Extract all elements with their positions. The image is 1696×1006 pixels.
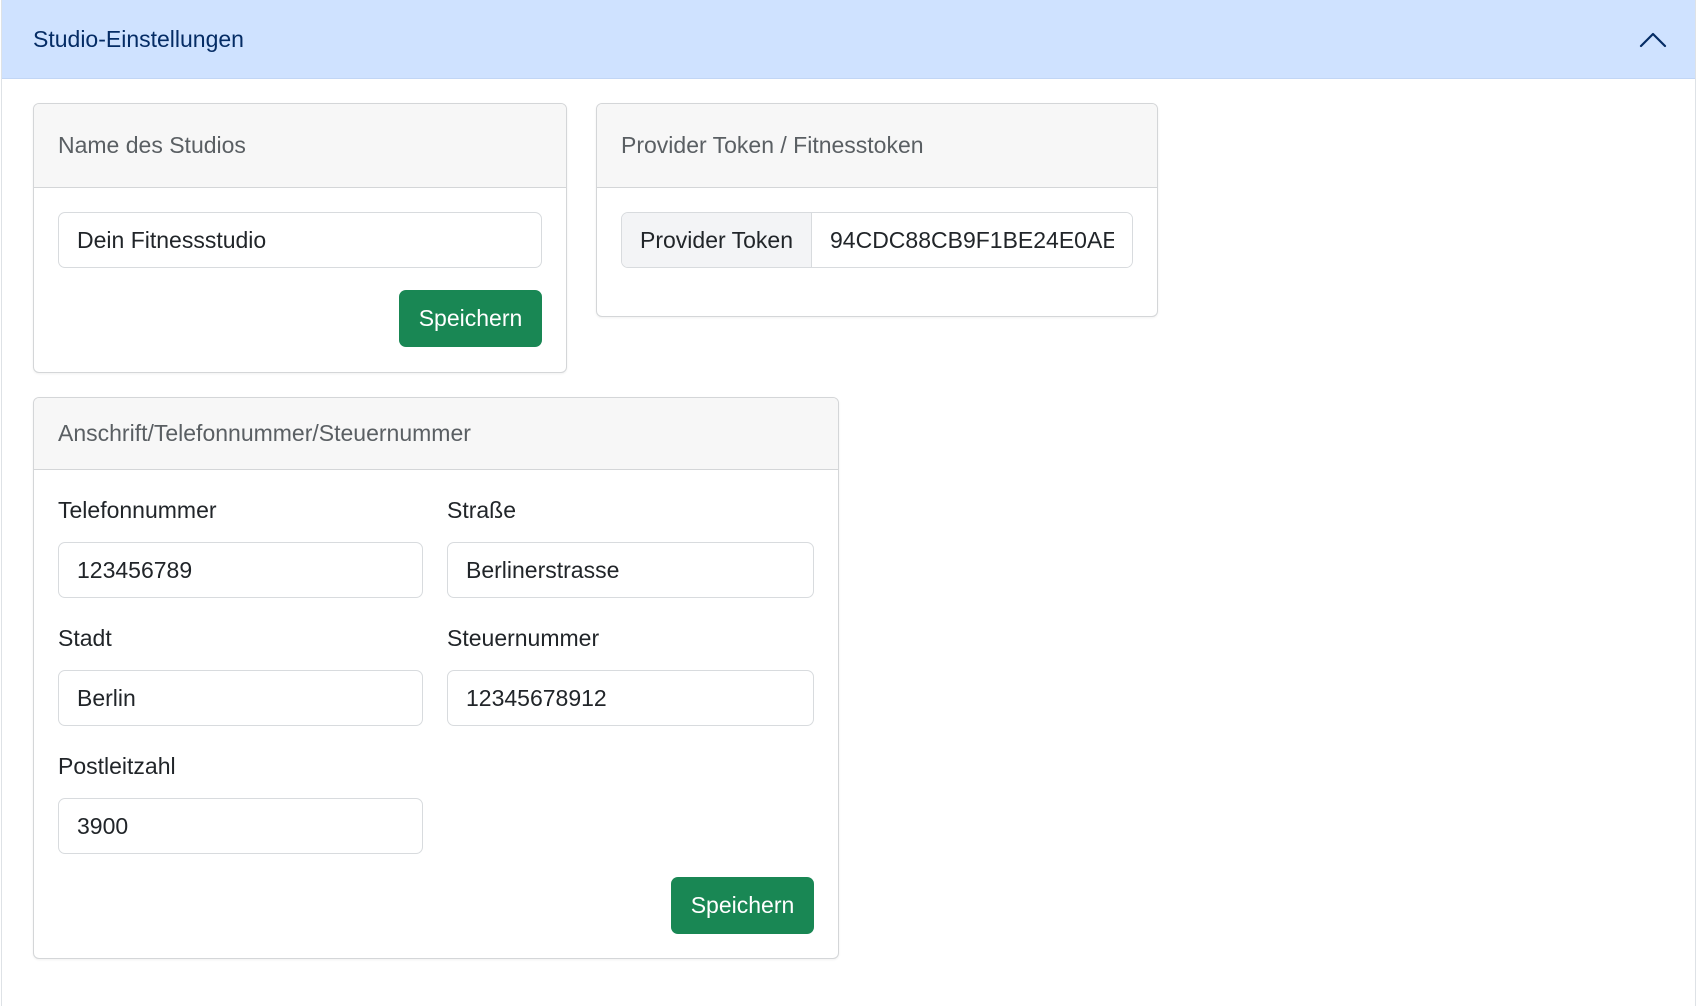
address-card-body: Telefonnummer Straße Stadt Steuernummer … xyxy=(34,470,838,958)
provider-token-card-header: Provider Token / Fitnesstoken xyxy=(597,104,1157,188)
provider-token-input-group: Provider Token xyxy=(621,212,1133,268)
address-card: Anschrift/Telefonnummer/Steuernummer Tel… xyxy=(33,397,839,959)
street-input[interactable] xyxy=(447,542,814,598)
city-label: Stadt xyxy=(58,625,112,651)
chevron-up-icon[interactable] xyxy=(1639,25,1667,53)
tax-number-input[interactable] xyxy=(447,670,814,726)
zip-label: Postleitzahl xyxy=(58,753,176,779)
studio-name-card-title: Name des Studios xyxy=(58,132,246,158)
provider-token-card-body: Provider Token xyxy=(597,188,1157,316)
studio-name-input[interactable] xyxy=(58,212,542,268)
studio-settings-accordion: Studio-Einstellungen Name des Studios Sp… xyxy=(1,0,1696,1006)
studio-name-card-body: Speichern xyxy=(34,188,566,372)
accordion-header[interactable]: Studio-Einstellungen xyxy=(2,0,1695,79)
phone-label: Telefonnummer xyxy=(58,497,217,523)
provider-token-input[interactable] xyxy=(812,213,1132,267)
save-address-button[interactable]: Speichern xyxy=(671,877,814,934)
street-label: Straße xyxy=(447,497,517,523)
provider-token-card-title: Provider Token / Fitnesstoken xyxy=(621,132,924,158)
provider-token-addon: Provider Token xyxy=(622,213,812,267)
studio-name-card-header: Name des Studios xyxy=(34,104,566,188)
city-input[interactable] xyxy=(58,670,423,726)
address-card-title: Anschrift/Telefonnummer/Steuernummer xyxy=(58,420,471,446)
address-card-header: Anschrift/Telefonnummer/Steuernummer xyxy=(34,398,838,470)
tax-number-label: Steuernummer xyxy=(447,625,600,651)
save-studio-name-button[interactable]: Speichern xyxy=(399,290,542,347)
accordion-title: Studio-Einstellungen xyxy=(33,25,244,52)
provider-token-card: Provider Token / Fitnesstoken Provider T… xyxy=(596,103,1158,317)
phone-input[interactable] xyxy=(58,542,423,598)
studio-name-card: Name des Studios Speichern xyxy=(33,103,567,373)
zip-input[interactable] xyxy=(58,798,423,854)
